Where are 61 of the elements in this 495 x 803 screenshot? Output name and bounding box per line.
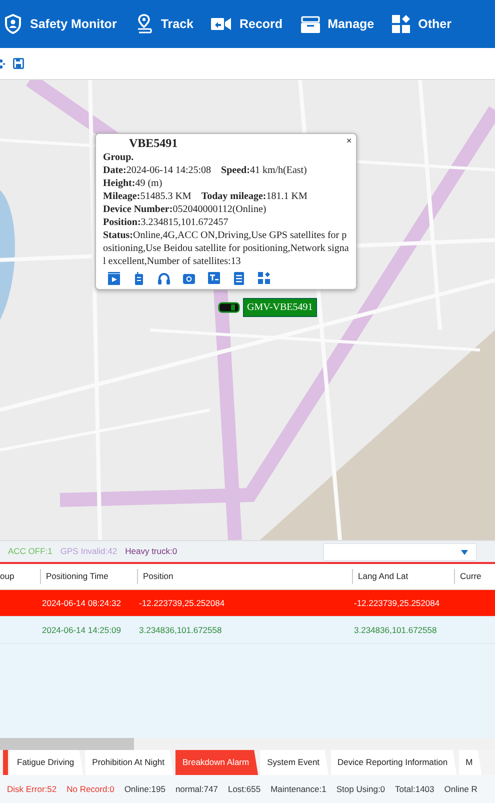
- column-header[interactable]: Curre: [454, 569, 490, 584]
- column-header[interactable]: Lang And Lat: [352, 569, 454, 584]
- car-icon[interactable]: [218, 302, 240, 313]
- status-count: Maintenance:1: [270, 782, 326, 796]
- tab[interactable]: System Event: [260, 750, 329, 775]
- info-line: Mileage:51485.3 KM Today mileage:181.1 KM: [103, 190, 308, 203]
- save-icon[interactable]: [13, 58, 24, 69]
- info-line: Status:Online,4G,ACC ON,Driving,Use GPS satellites for positioning,Use Beidou satellite for positioning,Network signal excellent,Number of satellites:13: [103, 229, 350, 268]
- status-legend: ACC OFF:1: [8, 545, 52, 558]
- table-row[interactable]: 2024-06-14 08:24:32 -12.223739,25.252084 -12.223739,25.252084: [0, 590, 495, 617]
- share-icon[interactable]: [0, 58, 5, 68]
- tab[interactable]: Fatigue Driving: [10, 750, 84, 775]
- info-line: Device Number:052040000112(Online): [103, 203, 268, 216]
- nav-menu-item[interactable]: Track: [134, 14, 194, 34]
- video-play-icon[interactable]: [108, 272, 120, 285]
- nav-menu-item[interactable]: Manage: [300, 14, 374, 34]
- table-cell: 2024-06-14 08:24:32: [42, 598, 121, 608]
- table-cell: -12.223739,25.252084: [354, 598, 440, 608]
- shield-icon: [4, 14, 22, 34]
- close-button[interactable]: ×: [346, 137, 352, 147]
- tab[interactable]: Device Reporting Information: [330, 750, 457, 775]
- table-cell: -12.223739,25.252084: [139, 598, 225, 608]
- nav-menu-item[interactable]: Record: [211, 14, 283, 34]
- info-line: Position:3.234815,101.672457: [103, 216, 230, 229]
- table-cell: 3.234836,101.672558: [354, 624, 437, 635]
- caret-icon: [461, 550, 468, 555]
- video-camera-icon: [211, 17, 232, 31]
- column-header[interactable]: Positioning Time: [40, 569, 137, 584]
- apps-icon[interactable]: [258, 272, 270, 285]
- camera-icon[interactable]: [183, 272, 195, 285]
- drawer-icon: [300, 16, 320, 32]
- text-message-icon[interactable]: [208, 272, 220, 285]
- nav-menu-item[interactable]: Safety Monitor: [4, 14, 117, 34]
- tab[interactable]: Prohibition At Night: [85, 750, 174, 775]
- status-count: Lost:655: [228, 782, 261, 796]
- info-line: Date:2024-06-14 14:25:08 Speed:41 km/h(East): [103, 164, 308, 177]
- apps-icon: [392, 15, 410, 33]
- status-count: No Record:0: [66, 782, 114, 796]
- vehicle-label[interactable]: GMV-VBE5491: [243, 298, 317, 317]
- status-count: Online R: [444, 782, 478, 796]
- column-header[interactable]: oup: [0, 569, 40, 584]
- status-legend: Heavy truck:0: [125, 545, 178, 558]
- status-count: Total:1403: [395, 782, 434, 796]
- headset-icon[interactable]: [158, 272, 170, 285]
- nav-menu-item[interactable]: Other: [392, 14, 452, 34]
- info-line: Group.: [103, 151, 135, 164]
- document-icon[interactable]: [233, 272, 245, 285]
- table-cell: 3.234836,101.672558: [139, 624, 222, 635]
- scrollbar-thumb[interactable]: [0, 738, 134, 750]
- walkie-talkie-icon[interactable]: [133, 272, 145, 285]
- table-cell: 2024-06-14 14:25:09: [42, 624, 121, 635]
- status-legend: GPS Invalid:42: [60, 545, 118, 558]
- tab[interactable]: Breakdown Alarm: [175, 750, 258, 775]
- status-count: Stop Using:0: [336, 782, 386, 796]
- status-count: normal:747: [175, 782, 218, 796]
- column-header[interactable]: Position: [137, 569, 352, 584]
- info-line: Height:49 (m): [103, 177, 164, 190]
- status-count: Online:195: [124, 782, 166, 796]
- vehicle-title: VBE5491: [129, 137, 178, 150]
- status-count: Disk Error:52: [7, 782, 57, 796]
- tab[interactable]: M: [458, 750, 482, 775]
